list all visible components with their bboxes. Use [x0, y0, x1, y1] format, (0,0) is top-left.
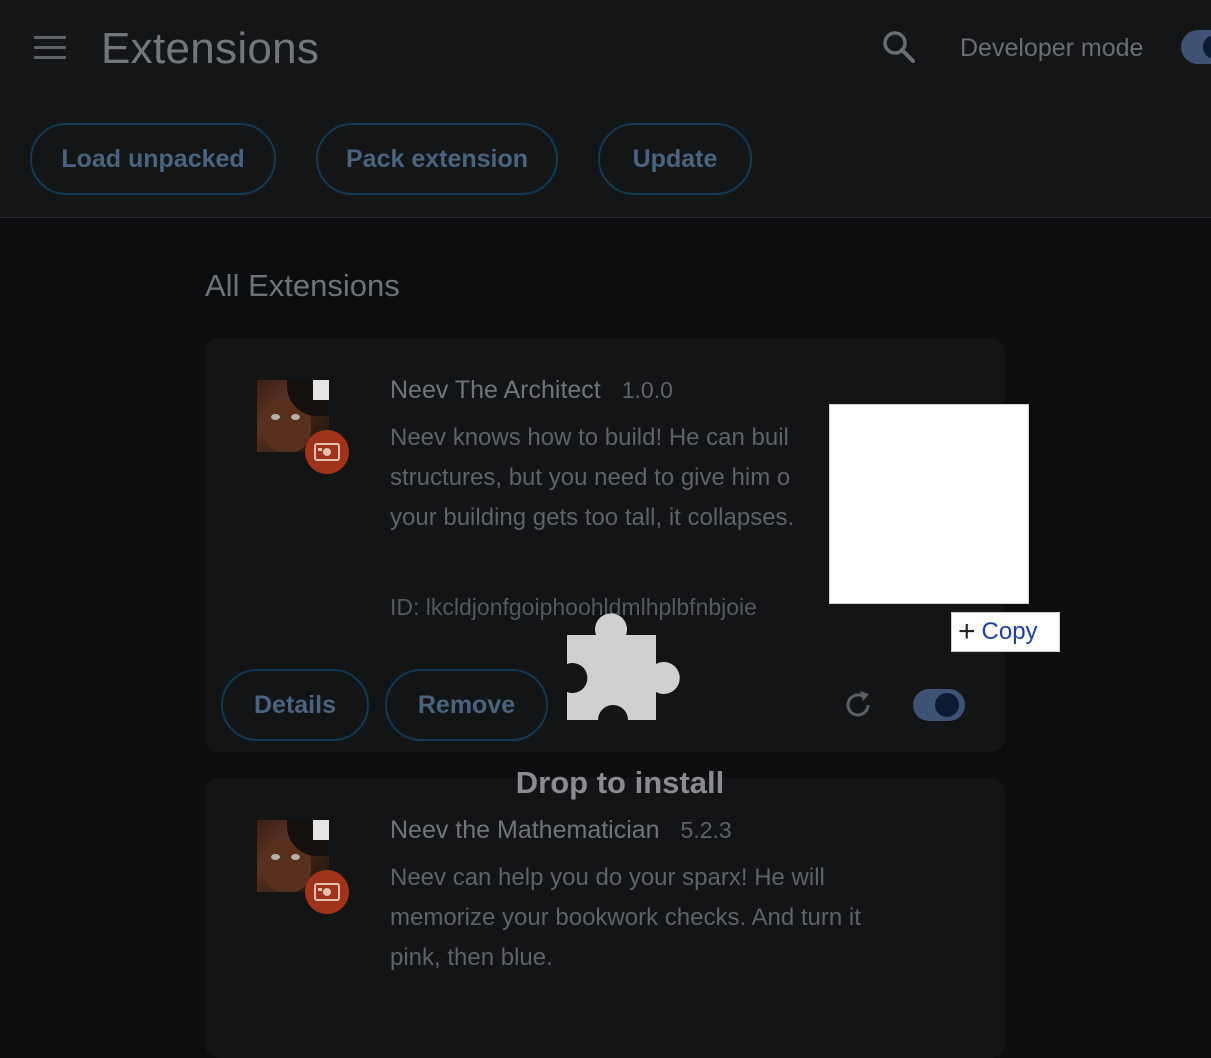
drop-to-install-label: Drop to install: [515, 765, 725, 800]
description-line: Neev can help you do your sparx! He will: [390, 864, 825, 891]
extension-icon: [257, 380, 349, 474]
search-icon[interactable]: [880, 28, 918, 66]
remove-button[interactable]: Remove: [385, 669, 548, 741]
extension-card: Neev the Mathematician 5.2.3 Neev can he…: [205, 778, 1005, 1058]
extension-name-text: Neev The Architect: [390, 376, 601, 404]
section-title: All Extensions: [205, 268, 400, 303]
developer-mode-label: Developer mode: [960, 34, 1144, 62]
plus-icon: +: [958, 615, 976, 648]
extension-name: Neev The Architect 1.0.0: [390, 376, 673, 405]
reload-icon[interactable]: [841, 688, 875, 722]
drag-copy-tooltip: + Copy: [951, 612, 1060, 652]
extension-name: Neev the Mathematician 5.2.3: [390, 816, 732, 845]
description-line: pink, then blue.: [390, 944, 553, 971]
extension-name-text: Neev the Mathematician: [390, 816, 660, 844]
unpacked-extension-badge-icon: [305, 430, 349, 474]
unpacked-extension-badge-icon: [305, 870, 349, 914]
hamburger-menu-icon[interactable]: [30, 30, 70, 66]
update-button[interactable]: Update: [598, 123, 752, 195]
page-title: Extensions: [101, 24, 320, 73]
extension-description: Neev can help you do your sparx! He will…: [390, 858, 950, 978]
extension-icon: [257, 820, 349, 914]
developer-mode-toggle[interactable]: [1181, 30, 1211, 64]
details-button[interactable]: Details: [221, 669, 369, 741]
puzzle-piece-icon: [560, 606, 684, 724]
description-line: memorize your bookwork checks. And turn …: [390, 904, 861, 931]
extension-version: 5.2.3: [680, 817, 732, 843]
extensions-toolbar: Extensions Developer mode Load unpacked …: [0, 0, 1211, 218]
pack-extension-button[interactable]: Pack extension: [316, 123, 558, 195]
load-unpacked-button[interactable]: Load unpacked: [30, 123, 276, 195]
drag-preview-image: [829, 404, 1029, 604]
copy-label: Copy: [981, 618, 1038, 645]
extension-enable-toggle[interactable]: [913, 689, 965, 721]
extension-version: 1.0.0: [621, 377, 673, 403]
